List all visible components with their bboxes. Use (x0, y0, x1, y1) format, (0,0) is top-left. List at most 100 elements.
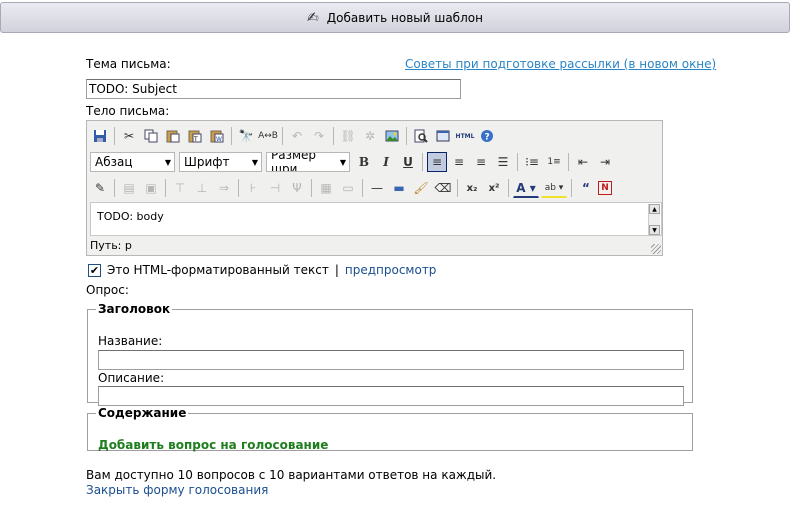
unlink-icon[interactable]: ✲ (360, 126, 380, 146)
editor-content: TODO: body (97, 210, 164, 223)
col-insert-after-icon[interactable]: ⊣ (265, 178, 285, 198)
table-props-icon[interactable]: ▤ (119, 178, 139, 198)
find-icon[interactable]: 🔭 (236, 126, 256, 146)
editor-content-area[interactable]: TODO: body ▲ ▼ (90, 202, 662, 236)
align-justify-icon[interactable]: ☰ (493, 152, 513, 172)
link-icon[interactable]: ⛓ (338, 126, 358, 146)
poll-name-input[interactable] (98, 350, 684, 370)
html-option-row: ✔ Это HTML-форматированный текст | предп… (88, 263, 436, 277)
paste-icon[interactable] (163, 126, 183, 146)
toolbar-separator (114, 179, 115, 197)
poll-desc-label: Описание: (98, 371, 165, 385)
cell-props-icon[interactable]: ▣ (141, 178, 161, 198)
toolbar-row-1: ✂ T W 🔭 A↔B ↶ ↷ ⛓ ✲ HTML ? (90, 124, 499, 148)
copy-icon[interactable] (141, 126, 161, 146)
poll-content-legend: Содержание (98, 406, 187, 420)
poll-label: Опрос: (86, 283, 129, 297)
toolbar-row-2: Абзац ▼ Шрифт ▼ Размер шри ▼ B I U ≡ ≡ ≡… (90, 150, 617, 174)
cleanup-icon[interactable]: 🖌 (411, 178, 431, 198)
highlight-color-icon[interactable]: ab ▾ (541, 178, 567, 198)
scroll-down-icon[interactable]: ▼ (649, 225, 660, 235)
font-size-select[interactable]: Размер шри ▼ (266, 152, 350, 172)
replace-icon[interactable]: A↔B (258, 126, 278, 146)
align-right-icon[interactable]: ≡ (471, 152, 491, 172)
tips-link[interactable]: Советы при подготовке рассылки (в новом … (405, 57, 716, 71)
subject-label: Тема письма: (86, 57, 171, 71)
horizontal-rule-icon[interactable]: — (367, 178, 387, 198)
save-icon[interactable] (90, 126, 110, 146)
remove-format-icon[interactable]: ▬ (389, 178, 409, 198)
toolbar-separator (231, 127, 232, 145)
add-question-link[interactable]: Добавить вопрос на голосование (98, 438, 328, 452)
paste-word-icon[interactable]: W (207, 126, 227, 146)
col-insert-before-icon[interactable]: ⊦ (243, 178, 263, 198)
page-title: Добавить новый шаблон (326, 10, 483, 25)
svg-text:?: ? (485, 133, 490, 143)
edit-styles-icon[interactable]: ✎ (90, 178, 110, 198)
bullet-list-icon[interactable]: ⁝≡ (522, 152, 542, 172)
subscript-icon[interactable]: x₂ (462, 178, 482, 198)
indent-icon[interactable]: ⇥ (595, 152, 615, 172)
scroll-up-icon[interactable]: ▲ (649, 204, 660, 214)
underline-button[interactable]: U (398, 152, 418, 172)
rich-text-editor: ✂ T W 🔭 A↔B ↶ ↷ ⛓ ✲ HTML ? Абзац ▼ Шрифт… (86, 120, 663, 256)
close-poll-link[interactable]: Закрыть форму голосования (86, 483, 268, 497)
toolbar-separator (457, 179, 458, 197)
preview-icon[interactable] (411, 126, 431, 146)
toolbar-separator (508, 179, 509, 197)
cut-icon[interactable]: ✂ (119, 126, 139, 146)
toolbar-separator (517, 153, 518, 171)
html-source-icon[interactable]: HTML (455, 126, 475, 146)
font-color-icon[interactable]: A ▾ (513, 178, 539, 198)
eraser-icon[interactable]: ⌫ (433, 178, 453, 198)
poll-limit-text: Вам доступно 10 вопросов с 10 вариантами… (86, 468, 497, 482)
align-center-icon[interactable]: ≡ (449, 152, 469, 172)
numbered-list-icon[interactable]: 1≡ (544, 152, 564, 172)
redo-icon[interactable]: ↷ (309, 126, 329, 146)
split-cells-icon[interactable]: ▦ (316, 178, 336, 198)
toolbar-separator (333, 127, 334, 145)
remove-format-n-icon[interactable]: N (598, 181, 612, 195)
toolbar-separator (422, 153, 423, 171)
toolbar-separator (114, 127, 115, 145)
option-separator: | (334, 263, 339, 277)
format-select[interactable]: Абзац ▼ (90, 152, 175, 172)
toolbar-separator (406, 127, 407, 145)
font-select[interactable]: Шрифт ▼ (179, 152, 262, 172)
toolbar-separator (362, 179, 363, 197)
poll-header-legend: Заголовок (98, 302, 171, 316)
italic-button[interactable]: I (376, 152, 396, 172)
bold-button[interactable]: B (354, 152, 374, 172)
checkmark-icon: ✔ (89, 263, 100, 277)
align-left-icon[interactable]: ≡ (427, 152, 447, 172)
poll-content-section: Содержание Добавить вопрос на голосовани… (87, 406, 693, 452)
poll-name-label: Название: (98, 334, 163, 348)
delete-row-icon[interactable]: ⇒ (214, 178, 234, 198)
row-insert-before-icon[interactable]: ⊤ (170, 178, 190, 198)
blockquote-icon[interactable]: “ (576, 178, 596, 198)
row-insert-after-icon[interactable]: ⊥ (192, 178, 212, 198)
subject-input[interactable] (86, 79, 461, 99)
preview-link[interactable]: предпросмотр (345, 263, 437, 277)
poll-header-section: Заголовок Название: Описание: (87, 302, 693, 406)
chevron-down-icon: ▼ (164, 157, 171, 167)
font-size-select-value: Размер шри (271, 152, 317, 172)
pen-icon: ✍ (307, 9, 319, 26)
font-select-value: Шрифт (184, 155, 230, 169)
merge-cells-icon[interactable]: ▭ (338, 178, 358, 198)
undo-icon[interactable]: ↶ (287, 126, 307, 146)
editor-scrollbar[interactable]: ▲ ▼ (648, 204, 660, 235)
html-checkbox[interactable]: ✔ (88, 263, 101, 277)
fullscreen-icon[interactable] (433, 126, 453, 146)
poll-desc-input[interactable] (98, 386, 684, 406)
outdent-icon[interactable]: ⇤ (573, 152, 593, 172)
svg-text:T: T (193, 136, 198, 143)
image-icon[interactable] (382, 126, 402, 146)
paste-text-icon[interactable]: T (185, 126, 205, 146)
help-icon[interactable]: ? (477, 126, 497, 146)
superscript-icon[interactable]: x² (484, 178, 504, 198)
svg-text:W: W (216, 136, 222, 143)
html-option-label: Это HTML-форматированный текст (107, 263, 329, 277)
resize-handle-icon[interactable] (651, 244, 661, 254)
delete-col-icon[interactable]: Ψ (287, 178, 307, 198)
